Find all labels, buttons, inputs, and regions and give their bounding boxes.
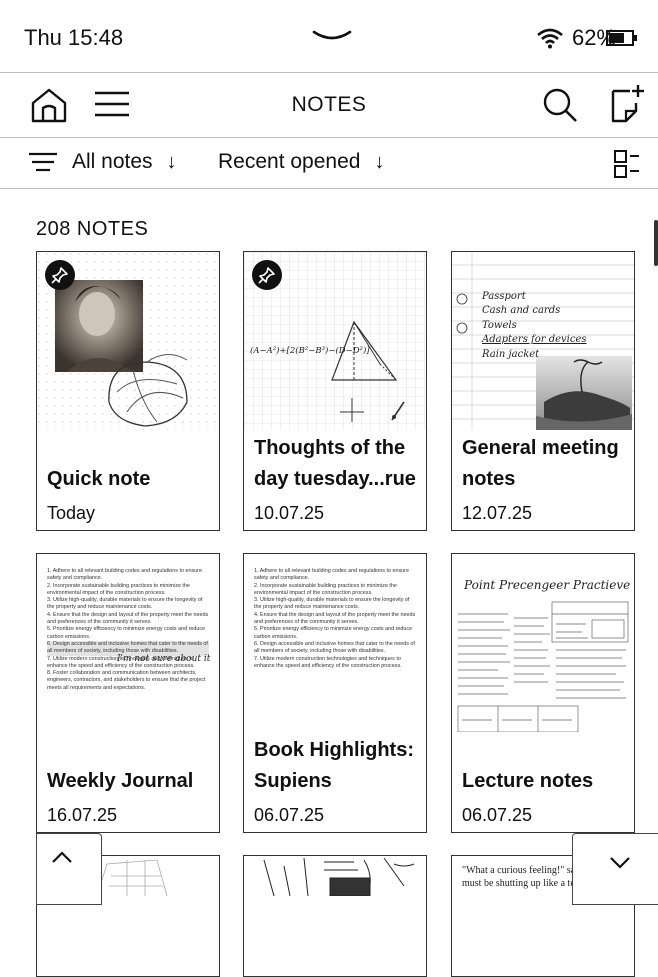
- note-date: 10.07.25: [254, 503, 325, 523]
- app-bar: NOTES: [0, 73, 658, 138]
- pin-icon[interactable]: [252, 260, 282, 290]
- doc-line: 3. Utilize high-quality, durable materia…: [254, 597, 410, 611]
- note-title: Thoughts of the: [254, 437, 406, 459]
- document-preview: 1. Adhere to all relevant building codes…: [47, 568, 209, 692]
- filter-bar: All notes ↓ Recent opened ↓: [0, 138, 658, 189]
- note-date: 16.07.25: [47, 805, 118, 825]
- list-item: Rain jacket: [482, 348, 540, 360]
- sort-lines-icon: [29, 152, 57, 172]
- note-title: Quick note: [47, 468, 151, 490]
- doc-line: 6. Design accessible and inclusive homes…: [254, 640, 415, 655]
- battery-icon: [606, 30, 637, 46]
- doc-line: 2. Incorporate sustainable building prac…: [254, 582, 397, 596]
- doc-line: 4. Ensure that the design and layout of …: [47, 611, 209, 626]
- note-thumbnail: [37, 252, 219, 430]
- doc-line: 3. Utilize high-quality, durable materia…: [47, 597, 203, 611]
- scrollbar[interactable]: [654, 220, 658, 266]
- handwritten-list: Passport Cash and cards Towels Adapters …: [482, 290, 587, 362]
- list-item: Towels: [482, 319, 517, 331]
- note-card[interactable]: Passport Cash and cards Towels Adapters …: [451, 251, 635, 531]
- note-date: 06.07.25: [462, 805, 533, 825]
- arrow-down-icon: ↓: [166, 150, 177, 173]
- list-item: Adapters for devices: [482, 334, 587, 346]
- sort-filter-label: Recent opened: [218, 150, 361, 173]
- page-down-button[interactable]: [572, 833, 658, 905]
- new-note-icon[interactable]: [610, 83, 646, 123]
- doc-line: 1. Adhere to all relevant building codes…: [47, 568, 202, 582]
- note-date: 06.07.25: [254, 805, 325, 825]
- notes-count: 208 NOTES: [36, 218, 149, 240]
- chevron-down-icon: [610, 857, 630, 869]
- note-card[interactable]: 1. Adhere to all relevant building codes…: [36, 553, 220, 833]
- list-item: Cash and cards: [482, 305, 561, 317]
- note-card[interactable]: [243, 855, 427, 977]
- note-thumbnail: Passport Cash and cards Towels Adapters …: [452, 252, 634, 430]
- note-title: Lecture notes: [462, 770, 594, 792]
- doc-line: 4. Ensure that the design and layout of …: [254, 611, 416, 626]
- note-card[interactable]: 1. Adhere to all relevant building codes…: [243, 553, 427, 833]
- note-thumbnail: Point Precengeer Practieve: [452, 554, 634, 732]
- doc-line: 1. Adhere to all relevant building codes…: [254, 568, 409, 582]
- note-title: Weekly Journal: [47, 770, 194, 792]
- arrow-down-icon: ↓: [374, 150, 385, 173]
- page-up-button[interactable]: [36, 833, 102, 905]
- note-date: Today: [47, 503, 96, 523]
- note-date: 12.07.25: [462, 503, 533, 523]
- search-icon[interactable]: [542, 87, 578, 123]
- doc-line: 2. Incorporate sustainable building prac…: [47, 582, 190, 596]
- note-title-line2: notes: [462, 468, 516, 490]
- note-thumbnail: 1. Adhere to all relevant building codes…: [244, 554, 426, 732]
- note-thumbnail: (A−A²)+[2(B²−B³)−(D−D²)]: [244, 252, 426, 430]
- note-title-line2: day tuesday...rue: [254, 468, 416, 490]
- handwritten-math: (A−A²)+[2(B²−B³)−(D−D²)]: [250, 346, 370, 356]
- note-thumbnail: 1. Adhere to all relevant building codes…: [37, 554, 219, 732]
- note-title-line2: Supiens: [254, 770, 332, 792]
- chevron-up-icon: [52, 851, 72, 863]
- category-filter[interactable]: All notes ↓: [28, 150, 177, 174]
- doc-line: 5. Prioritize energy efficiency to minim…: [254, 626, 413, 640]
- view-toggle-icon[interactable]: [614, 150, 640, 178]
- doc-line: 5. Prioritize energy efficiency to minim…: [47, 626, 206, 640]
- note-title: Book Highlights:: [254, 739, 414, 761]
- status-time: Thu 15:48: [24, 25, 124, 50]
- doc-line: 7. Utilize modern construction technolog…: [254, 655, 402, 669]
- handwritten-annotation: I'm not sure about it: [117, 654, 211, 664]
- note-card[interactable]: Quick note Today: [36, 251, 220, 531]
- pin-icon[interactable]: [45, 260, 75, 290]
- doc-line: 8. Foster collaboration and communicatio…: [47, 670, 206, 691]
- category-filter-label: All notes: [72, 150, 153, 173]
- document-preview: 1. Adhere to all relevant building codes…: [254, 568, 416, 670]
- pull-down-handle-icon[interactable]: [312, 28, 352, 44]
- note-title: General meeting: [462, 437, 619, 459]
- sort-filter[interactable]: Recent opened ↓: [218, 150, 384, 174]
- note-card[interactable]: (A−A²)+[2(B²−B³)−(D−D²)] Thoughts of the…: [243, 251, 427, 531]
- list-item: Passport: [482, 291, 526, 302]
- note-card[interactable]: Point Precengeer Practieve Lecture notes…: [451, 553, 635, 833]
- wifi-icon: [537, 28, 563, 49]
- status-bar: Thu 15:48 62%: [0, 0, 658, 73]
